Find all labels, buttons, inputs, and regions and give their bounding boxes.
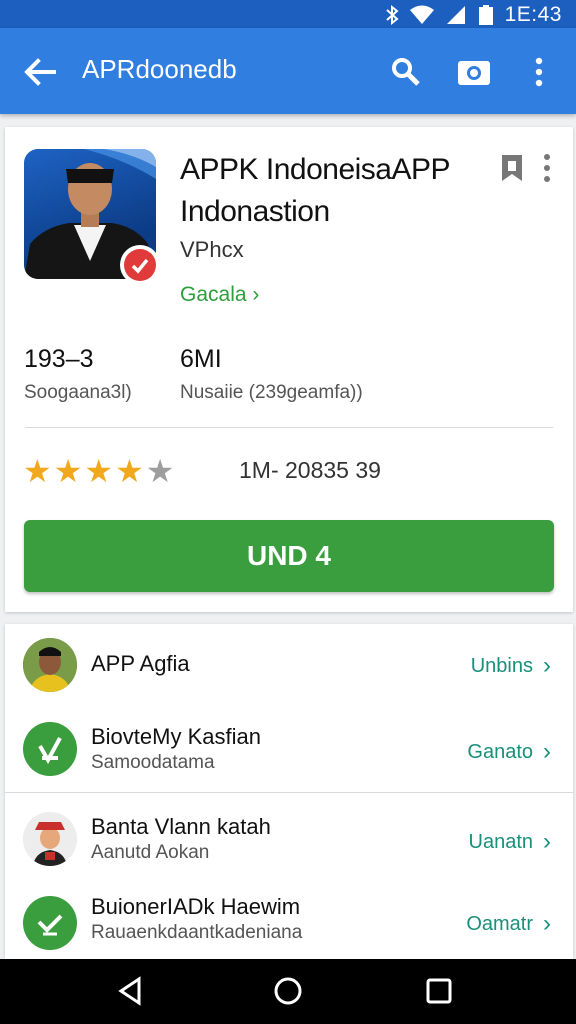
- list-item-title: APP Agfia: [91, 651, 190, 676]
- list-item-title: Banta Vlann katah: [91, 814, 271, 839]
- wifi-icon: [409, 5, 434, 24]
- stat-size-label: Nusaiie (239geamfa)): [180, 382, 363, 403]
- stat-downloads-label: Soogaana3l): [24, 382, 132, 403]
- camera-button[interactable]: [454, 52, 494, 92]
- list-item[interactable]: BiovteMy Kasfian Samoodatama Ganato ›: [5, 708, 573, 794]
- app-title-line1: APPK IndoneisaAPP: [180, 153, 451, 186]
- list-item-subtitle: Samoodatama: [91, 752, 215, 773]
- signal-icon: [446, 6, 465, 24]
- battery-icon: [478, 5, 493, 25]
- rating-stars: ★ ★ ★ ★ ★: [23, 455, 174, 487]
- divider: [25, 427, 553, 428]
- stat-size: 6MI Nusaiie (239geamfa)): [180, 345, 363, 404]
- search-icon: [392, 58, 420, 86]
- list-item-action[interactable]: Unbins ›: [471, 652, 551, 680]
- star-icon: ★: [84, 453, 114, 489]
- list-item[interactable]: BuionerIADk Haewim Rauaenkdaantkadeniana…: [5, 882, 573, 968]
- more-vert-icon: [535, 57, 543, 87]
- stat-downloads-value: 193–3: [24, 345, 94, 373]
- chevron-right-icon: ›: [252, 283, 260, 306]
- page-title: APRdoonedb: [82, 54, 237, 84]
- list-item[interactable]: APP Agfia Unbins ›: [5, 624, 573, 710]
- list-item-action-label: Uanatn: [468, 830, 534, 853]
- star-icon: ★: [115, 453, 144, 489]
- chevron-right-icon: ›: [543, 738, 551, 765]
- star-icon: ★: [53, 453, 83, 489]
- avatar: [23, 812, 77, 866]
- star-icon: ★: [23, 453, 52, 489]
- camera-icon: [458, 61, 490, 85]
- avatar: [23, 722, 77, 776]
- related-apps-card: APP Agfia Unbins › BiovteMy Kasfian Samo…: [5, 624, 573, 964]
- app-title-line2: Indonastion: [180, 195, 330, 228]
- search-button[interactable]: [386, 52, 426, 92]
- avatar: [23, 896, 77, 950]
- list-item-action[interactable]: Oamatr ›: [466, 910, 551, 938]
- bookmark-icon[interactable]: [499, 153, 525, 183]
- stat-size-value: 6MI: [180, 345, 222, 373]
- list-item-title: BiovteMy Kasfian: [91, 724, 261, 749]
- list-item-action-label: Unbins: [470, 654, 533, 677]
- divider: [5, 792, 573, 793]
- app-title: APPK IndoneisaAPP Indonastion: [180, 149, 500, 233]
- app-developer[interactable]: VPhcx: [180, 237, 244, 263]
- app-detail-card: APPK IndoneisaAPP Indonastion VPhcx Gaca…: [5, 127, 573, 612]
- list-item-title: BuionerIADk Haewim: [91, 894, 301, 919]
- list-item[interactable]: Banta Vlann katah Aanutd Aokan Uanatn ›: [5, 798, 573, 884]
- star-empty-icon: ★: [145, 453, 175, 489]
- more-vert-icon[interactable]: [537, 153, 557, 183]
- stat-downloads: 193–3 Soogaana3l): [24, 345, 132, 404]
- check-badge-icon: [124, 249, 156, 281]
- verified-badge: [120, 245, 160, 285]
- list-item-subtitle: Rauaenkdaantkadeniana: [91, 922, 303, 943]
- clock: 1E:43: [504, 3, 562, 26]
- chevron-right-icon: ›: [543, 652, 551, 679]
- bluetooth-icon: [385, 5, 399, 25]
- list-item-action-label: Ganato: [467, 740, 533, 763]
- app-category-label: Gacala: [180, 283, 247, 306]
- back-arrow-icon[interactable]: [22, 54, 58, 90]
- chevron-right-icon: ›: [543, 910, 551, 937]
- nav-home-icon[interactable]: [270, 973, 306, 1009]
- chevron-right-icon: ›: [543, 828, 551, 855]
- list-item-action[interactable]: Ganato ›: [467, 738, 551, 766]
- app-logo-icon: [37, 914, 63, 936]
- status-bar: 1E:43: [0, 0, 576, 28]
- avatar: [23, 638, 77, 692]
- install-button[interactable]: UND 4: [24, 520, 554, 592]
- overflow-menu-button[interactable]: [519, 52, 559, 92]
- install-button-label: UND 4: [246, 540, 331, 571]
- app-bar: APRdoonedb: [0, 28, 576, 114]
- system-nav-bar: [0, 959, 576, 1024]
- list-item-subtitle: Aanutd Aokan: [91, 842, 210, 863]
- rating-count: 1M- 20835 39: [239, 457, 381, 483]
- nav-recents-icon[interactable]: [421, 973, 457, 1009]
- nav-back-icon[interactable]: [113, 973, 149, 1009]
- app-logo-icon: [38, 737, 62, 764]
- app-category-link[interactable]: Gacala ›: [180, 283, 259, 307]
- list-item-action[interactable]: Uanatn ›: [469, 828, 552, 856]
- list-item-action-label: Oamatr: [466, 912, 533, 935]
